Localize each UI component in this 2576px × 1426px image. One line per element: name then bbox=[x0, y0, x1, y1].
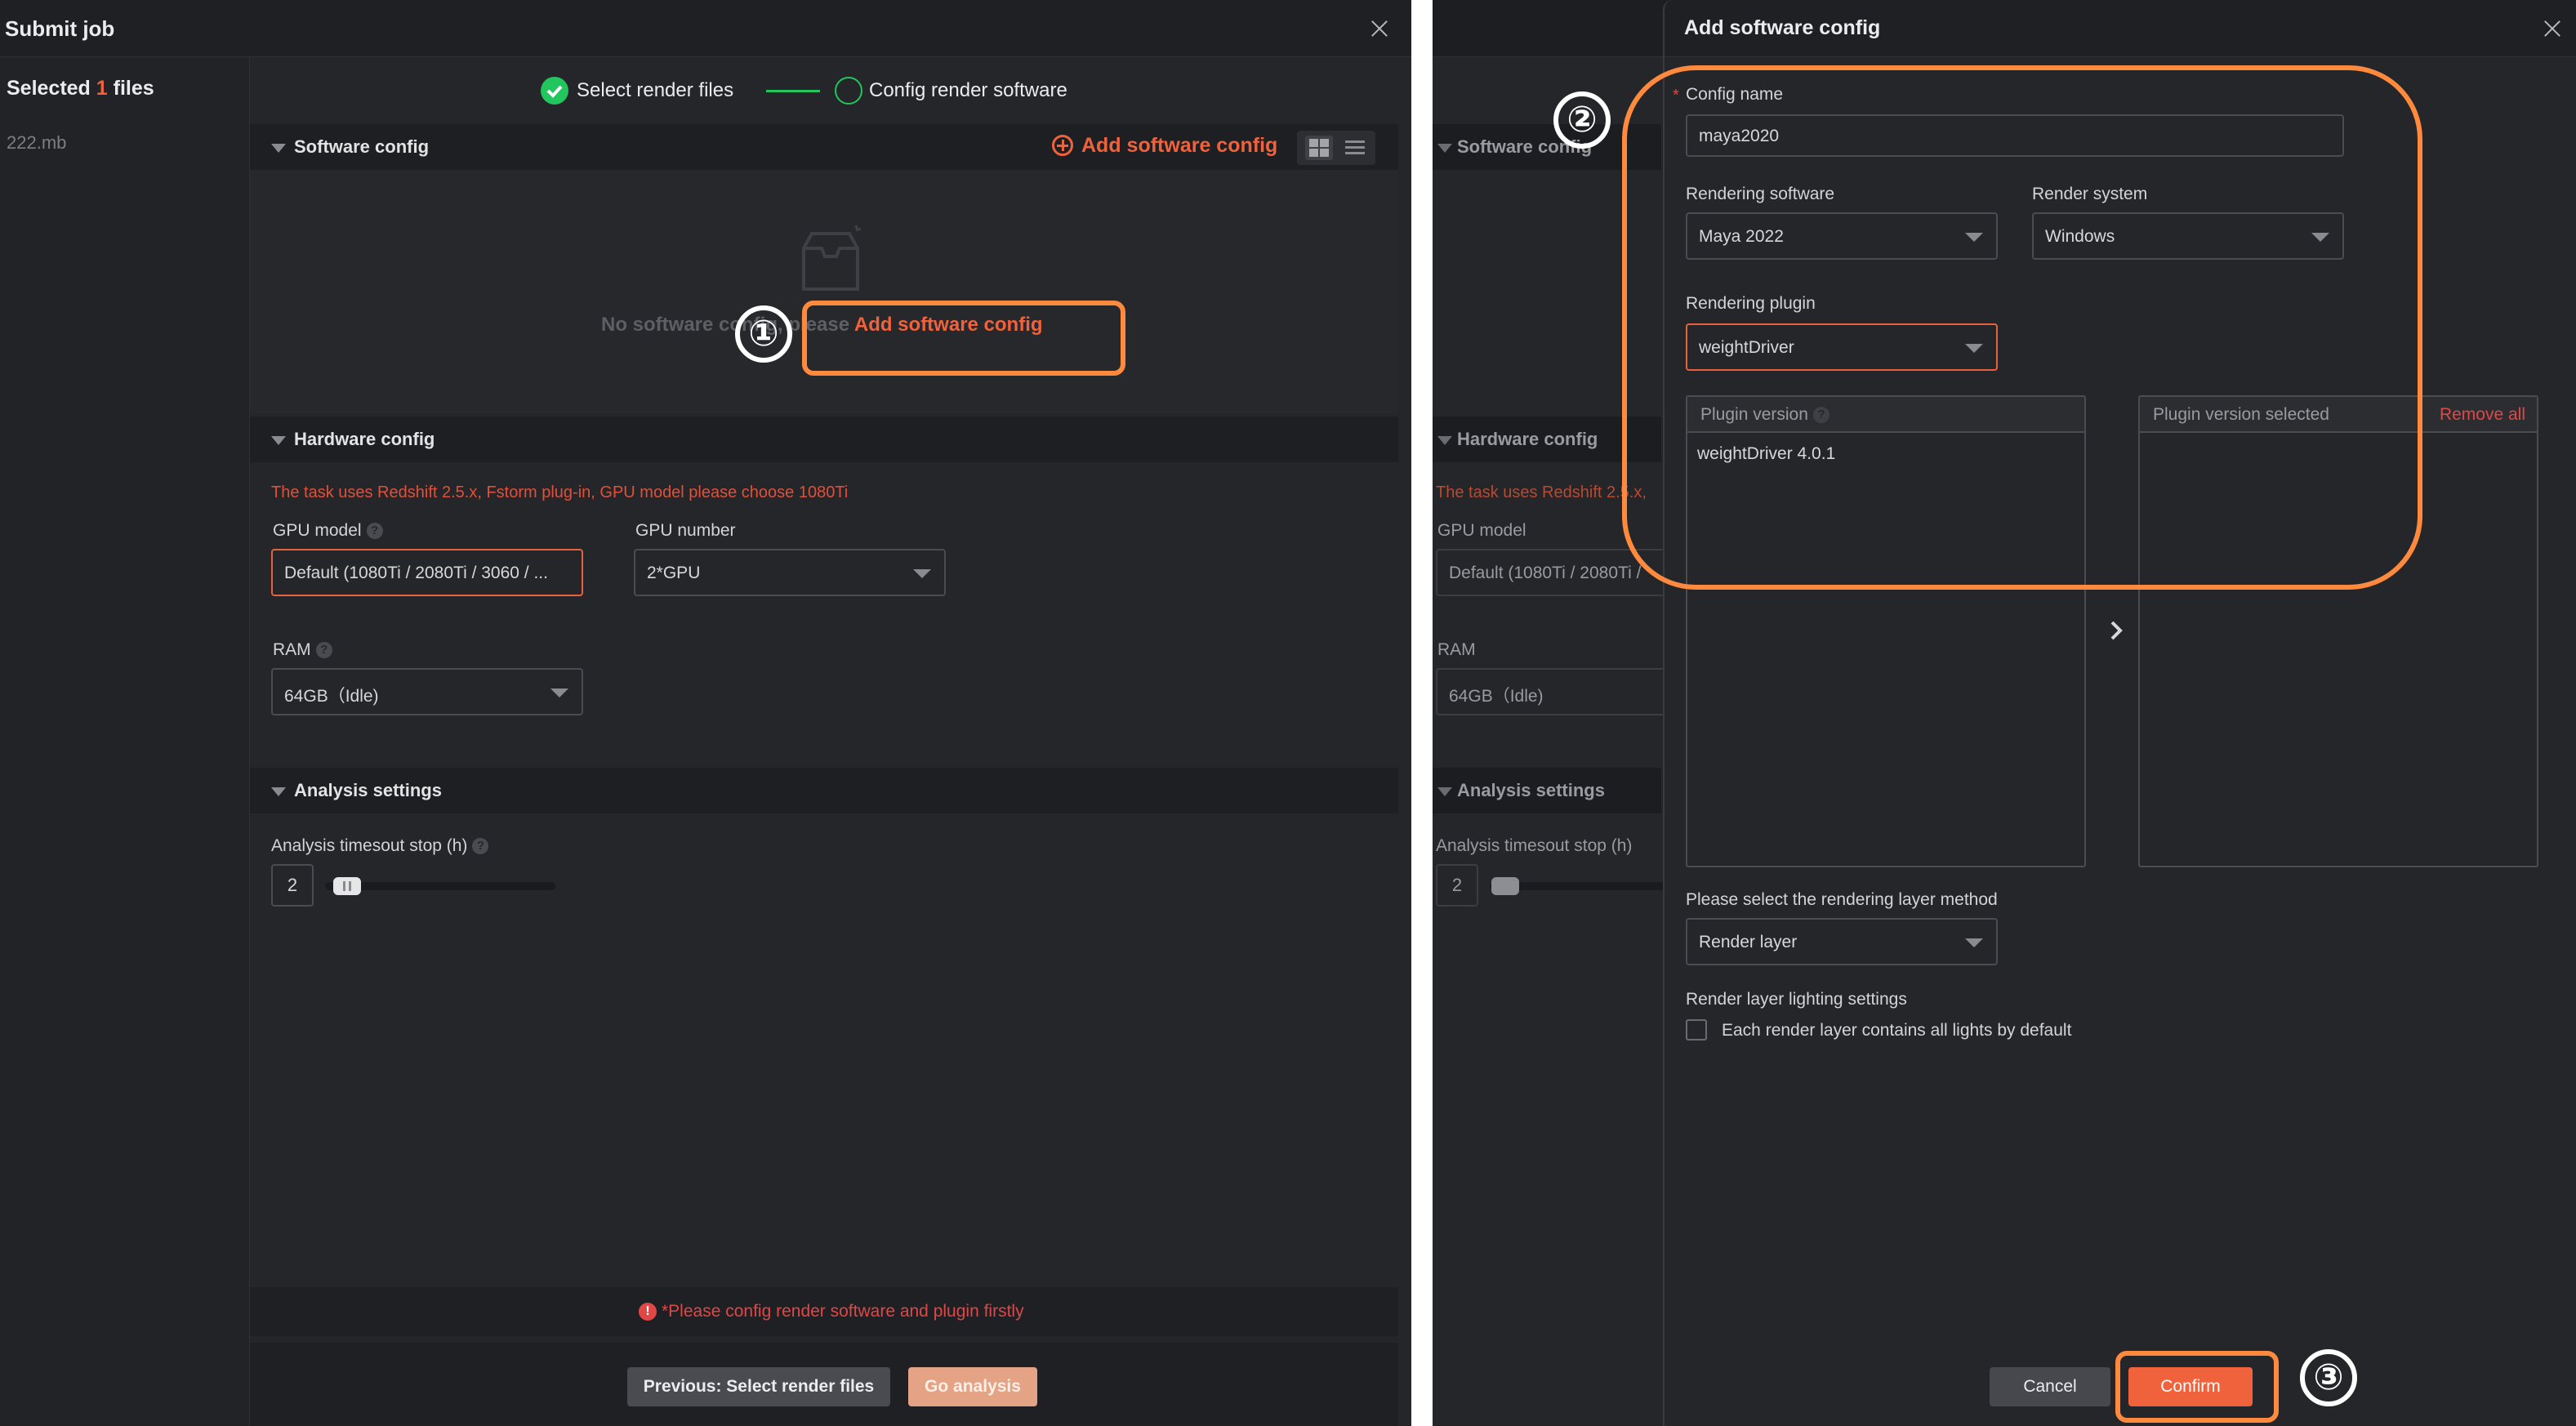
add-circle-icon[interactable] bbox=[1052, 135, 1073, 156]
file-item[interactable]: 222.mb bbox=[7, 132, 66, 154]
step-pending-icon bbox=[835, 77, 862, 105]
timeout-slider-track[interactable] bbox=[325, 877, 555, 895]
bg-section-title: Hardware config bbox=[1457, 429, 1598, 449]
ram-label: RAM? bbox=[273, 640, 332, 660]
step-select-render-files[interactable]: Select render files bbox=[577, 79, 733, 102]
lighting-checkbox[interactable] bbox=[1686, 1019, 1707, 1041]
highlight-box-add-link bbox=[802, 301, 1125, 376]
highlight-box-config-form bbox=[1622, 65, 2422, 590]
section-title: Analysis settings bbox=[294, 780, 442, 800]
layer-method-select[interactable]: Render layer bbox=[1686, 918, 1998, 965]
help-icon[interactable]: ? bbox=[315, 642, 332, 659]
bg-warning: The task uses Redshift 2.5.x, bbox=[1436, 484, 1647, 501]
help-icon[interactable]: ? bbox=[366, 523, 383, 540]
bg-ram-value: 64GB（Idle) bbox=[1449, 687, 1544, 706]
layer-method-label: Please select the rendering layer method bbox=[1686, 890, 1998, 909]
step-connector bbox=[766, 90, 820, 92]
close-icon[interactable] bbox=[2540, 16, 2565, 41]
section-title: Software config bbox=[294, 136, 430, 157]
software-config-header[interactable]: Software config Add software config bbox=[250, 124, 1398, 170]
go-analysis-button[interactable]: Go analysis bbox=[908, 1367, 1037, 1406]
gpu-number-value: 2*GPU bbox=[647, 564, 701, 582]
annotation-one: ① bbox=[735, 305, 792, 363]
close-icon[interactable] bbox=[1367, 16, 1392, 41]
submit-job-panel: Submit job Selected 1 files 222.mb Selec… bbox=[0, 0, 1411, 1426]
selected-files-summary: Selected 1 files bbox=[7, 77, 154, 100]
previous-button[interactable]: Previous: Select render files bbox=[627, 1367, 890, 1406]
ram-select[interactable]: 64GB（Idle) bbox=[271, 668, 583, 715]
timeout-value-box[interactable]: 2 bbox=[271, 864, 314, 907]
view-toggle bbox=[1297, 131, 1375, 165]
bg-analysis-header: Analysis settings bbox=[1433, 768, 1661, 813]
gpu-number-label: GPU number bbox=[635, 521, 736, 540]
analysis-settings-header[interactable]: Analysis settings bbox=[250, 768, 1398, 813]
collapse-icon bbox=[271, 144, 286, 153]
bg-gpu-model-value: Default (1080Ti / 2080Ti / bbox=[1449, 564, 1642, 582]
gpu-model-value: Default (1080Ti / 2080Ti / 3060 / ... bbox=[284, 564, 548, 582]
dialog-title-bar: Add software config bbox=[1665, 0, 2576, 57]
ram-label-text: RAM bbox=[273, 640, 311, 659]
chevron-right-icon[interactable] bbox=[2107, 617, 2127, 644]
bg-timeout-value: 2 bbox=[1436, 864, 1478, 907]
footer-error-bar: ! *Please config render software and plu… bbox=[250, 1287, 1398, 1336]
annotation-two: ② bbox=[1553, 91, 1611, 149]
bg-ram-label: RAM bbox=[1437, 640, 1476, 659]
title-bar: Submit job bbox=[0, 0, 1411, 57]
grid-view-icon[interactable] bbox=[1305, 136, 1333, 160]
footer-error-text: *Please config render software and plugi… bbox=[662, 1302, 1024, 1321]
background-submit-job-panel: Software config Hardware config The task… bbox=[1433, 0, 2576, 1426]
step-complete-icon bbox=[541, 77, 568, 105]
chevron-down-icon bbox=[1965, 938, 1983, 947]
remove-all-link[interactable]: Remove all bbox=[2440, 405, 2525, 425]
bg-timeout-label: Analysis timesout stop (h) bbox=[1436, 836, 1633, 855]
collapse-icon bbox=[1437, 436, 1452, 445]
software-config-body: No software config, please Add software … bbox=[250, 170, 1398, 413]
gpu-model-select[interactable]: Default (1080Ti / 2080Ti / 3060 / ... bbox=[271, 549, 583, 596]
hardware-config-header[interactable]: Hardware config bbox=[250, 417, 1398, 462]
add-software-config-link[interactable]: Add software config bbox=[1081, 134, 1277, 158]
bg-gpu-model-label: GPU model bbox=[1437, 521, 1526, 540]
dialog-title: Add software config bbox=[1684, 16, 1881, 39]
analysis-timeout-label: Analysis timesout stop (h)? bbox=[271, 836, 489, 856]
lighting-checkbox-label: Each render layer contains all lights by… bbox=[1722, 1021, 2072, 1040]
selected-suffix: files bbox=[113, 77, 154, 100]
layer-method-value: Render layer bbox=[1699, 933, 1798, 951]
analysis-timeout-label-text: Analysis timesout stop (h) bbox=[271, 836, 468, 855]
selected-prefix: Selected bbox=[7, 77, 91, 100]
gpu-model-label: GPU model? bbox=[273, 521, 383, 541]
selected-count: 1 bbox=[96, 77, 108, 100]
collapse-icon bbox=[271, 787, 286, 796]
chevron-down-icon bbox=[913, 569, 931, 578]
slider-handle[interactable] bbox=[333, 877, 361, 895]
bg-slider-handle bbox=[1491, 877, 1519, 895]
collapse-icon bbox=[1437, 144, 1452, 153]
annotation-three: ③ bbox=[2300, 1349, 2357, 1406]
bg-section-title: Analysis settings bbox=[1457, 780, 1605, 800]
empty-box-icon bbox=[802, 225, 862, 291]
highlight-box-confirm bbox=[2115, 1351, 2279, 1423]
section-title: Hardware config bbox=[294, 429, 435, 449]
bg-ram-select: 64GB（Idle) bbox=[1436, 668, 1681, 715]
hardware-warning: The task uses Redshift 2.5.x, Fstorm plu… bbox=[271, 484, 849, 501]
collapse-icon bbox=[1437, 787, 1452, 796]
chevron-down-icon bbox=[550, 688, 568, 697]
help-icon[interactable]: ? bbox=[472, 838, 489, 855]
step-config-render-software[interactable]: Config render software bbox=[869, 79, 1067, 102]
error-icon: ! bbox=[639, 1303, 657, 1321]
lighting-settings-label: Render layer lighting settings bbox=[1686, 990, 1907, 1009]
page-title: Submit job bbox=[5, 16, 115, 41]
gpu-model-label-text: GPU model bbox=[273, 521, 362, 540]
cancel-button[interactable]: Cancel bbox=[1990, 1367, 2110, 1406]
file-sidebar: Selected 1 files 222.mb bbox=[0, 57, 250, 1426]
collapse-icon bbox=[271, 436, 286, 445]
bg-slider-track bbox=[1490, 877, 1669, 895]
list-view-icon[interactable] bbox=[1341, 136, 1369, 160]
gpu-number-select[interactable]: 2*GPU bbox=[634, 549, 946, 596]
ram-value: 64GB（Idle) bbox=[284, 687, 379, 706]
